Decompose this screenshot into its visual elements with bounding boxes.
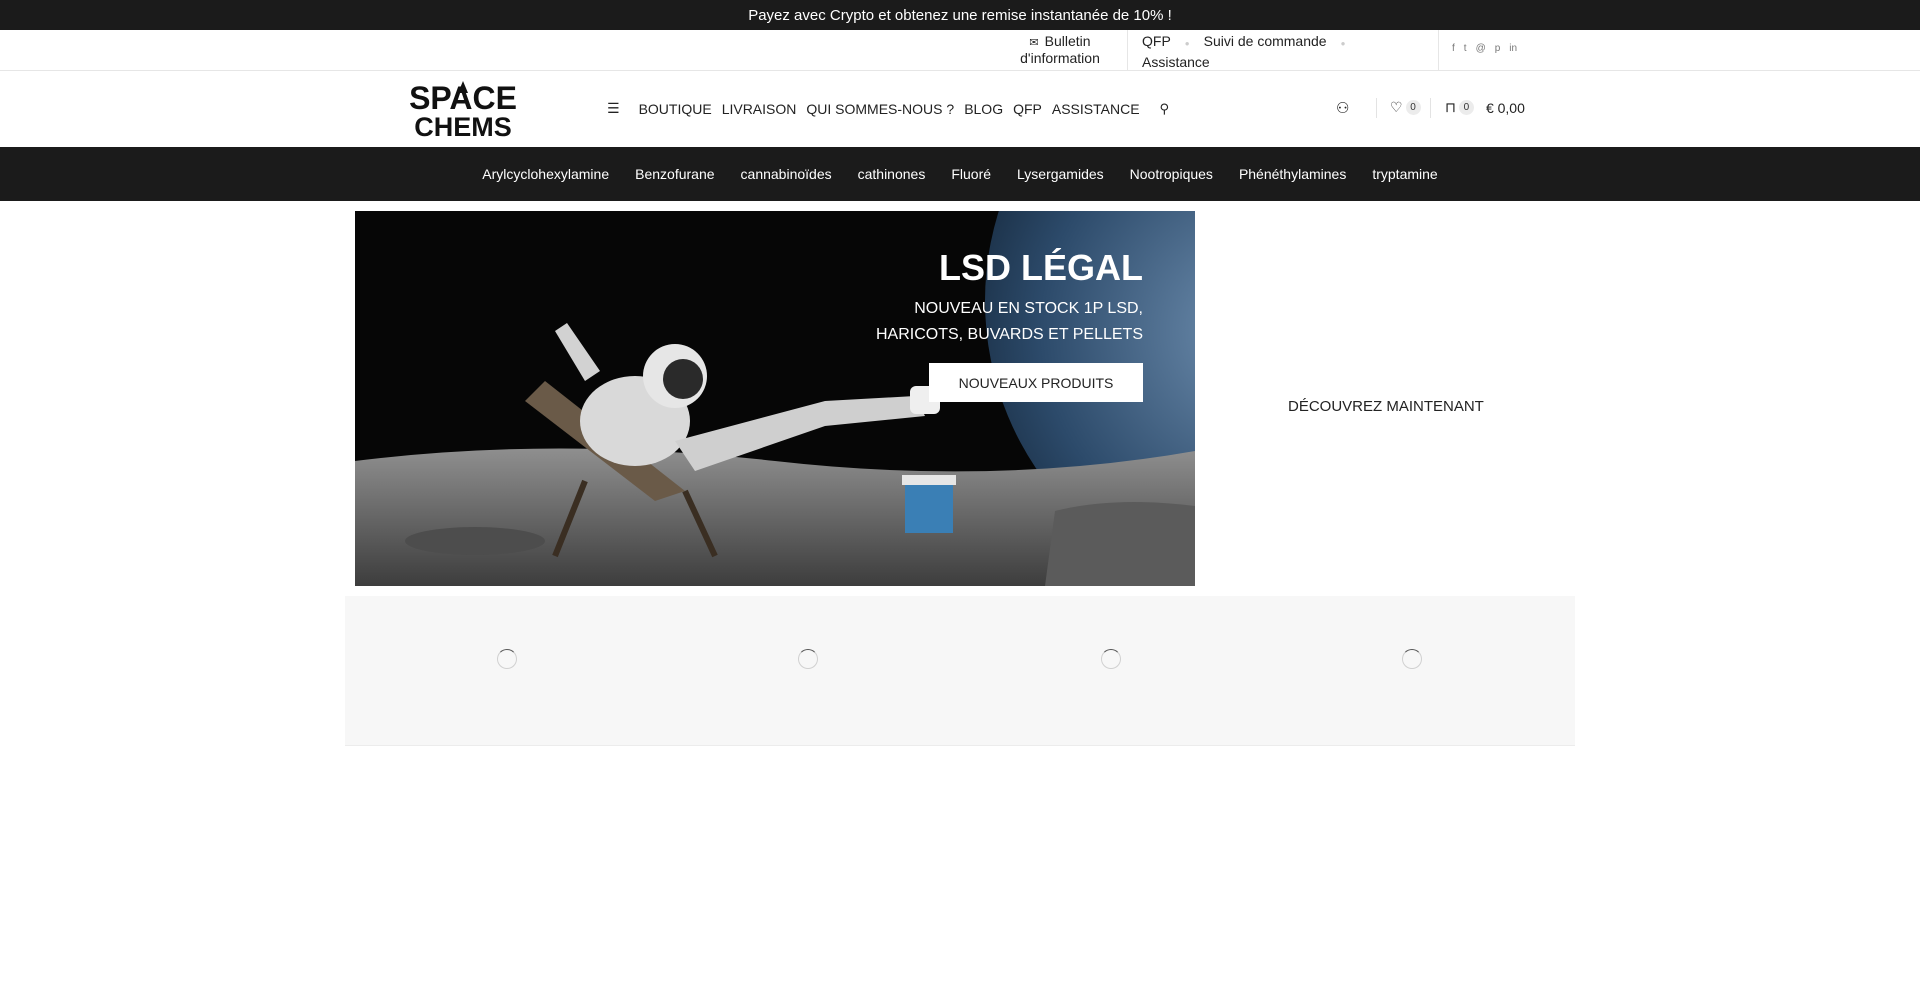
nav-qui-sommes-nous[interactable]: QUI SOMMES-NOUS ? [806,101,954,117]
category-phenethylamines[interactable]: Phénéthylamines [1239,166,1346,182]
top-links: QFP ● Suivi de commande ● Assistance [1142,32,1432,72]
category-cathinones[interactable]: cathinones [858,166,926,182]
search-icon[interactable]: ⚲ [1160,101,1170,117]
hero-banner[interactable]: LSD LÉGAL NOUVEAU EN STOCK 1P LSD, HARIC… [355,211,1195,586]
hero-title: LSD LÉGAL [939,247,1143,288]
logo-text-chems: CHEMS [414,112,512,139]
category-tryptamine[interactable]: tryptamine [1372,166,1437,182]
social-links: f t @ p in [1452,43,1517,54]
new-products-button[interactable]: NOUVEAUX PRODUITS [929,363,1143,402]
category-cannabinoides[interactable]: cannabinoïdes [741,166,832,182]
cart-count-badge: 0 [1458,100,1474,115]
wishlist-count-badge: 0 [1405,100,1421,115]
divider [1127,30,1128,71]
main-nav: ☰ BOUTIQUE LIVRAISON QUI SOMMES-NOUS ? B… [607,100,1169,117]
dot-separator: ● [1340,39,1346,48]
email-icon[interactable]: @ [1476,43,1486,54]
cart-button[interactable]: ⊓ 0 € 0,00 [1445,99,1525,116]
cart-icon: ⊓ [1445,99,1456,115]
linkedin-icon[interactable]: in [1509,43,1517,54]
newsletter-link[interactable]: ✉ Bulletin d'information [1000,34,1120,66]
category-benzofurane[interactable]: Benzofurane [635,166,714,182]
cart-total: € 0,00 [1485,99,1525,116]
divider [1376,98,1377,118]
pinterest-icon[interactable]: p [1495,43,1501,54]
cooler-shape [905,481,953,533]
hero-subtitle: NOUVEAU EN STOCK 1P LSD, HARICOTS, BUVAR… [875,300,1143,343]
category-nootropiques[interactable]: Nootropiques [1130,166,1213,182]
nav-livraison[interactable]: LIVRAISON [722,101,797,117]
nav-blog[interactable]: BLOG [964,101,1003,117]
discover-now-link[interactable]: DÉCOUVREZ MAINTENANT [1288,398,1484,415]
facebook-icon[interactable]: f [1452,43,1455,54]
promo-bar: Payez avec Crypto et obtenez une remise … [0,0,1920,30]
loading-spinner-icon [497,649,517,669]
nav-boutique[interactable]: BOUTIQUE [639,101,712,117]
category-fluore[interactable]: Fluoré [951,166,991,182]
category-lysergamides[interactable]: Lysergamides [1017,166,1104,182]
top-link-order-tracking[interactable]: Suivi de commande [1204,33,1327,49]
main-header: SPACE CHEMS ☰ BOUTIQUE LIVRAISON QUI SOM… [0,71,1920,147]
wishlist-button[interactable]: ♡ 0 [1390,99,1421,116]
top-link-faq[interactable]: QFP [1142,33,1171,49]
loading-spinner-icon [798,649,818,669]
category-arylcyclohexylamine[interactable]: Arylcyclohexylamine [482,166,609,182]
site-logo[interactable]: SPACE CHEMS [388,79,538,139]
top-link-support[interactable]: Assistance [1142,54,1210,70]
dot-separator: ● [1184,39,1190,48]
envelope-icon: ✉ [1029,37,1039,49]
category-bar: Arylcyclohexylamine Benzofurane cannabin… [0,147,1920,201]
loading-spinner-icon [1402,649,1422,669]
top-bar: ✉ Bulletin d'information QFP ● Suivi de com… [0,30,1920,71]
twitter-icon[interactable]: t [1464,43,1467,54]
user-icon[interactable]: ⚇ [1336,99,1349,117]
nav-assistance[interactable]: ASSISTANCE [1052,101,1140,117]
heart-icon: ♡ [1390,99,1403,115]
product-carousel [345,596,1575,746]
loading-spinner-icon [1101,649,1121,669]
divider [1430,98,1431,118]
nav-qfp[interactable]: QFP [1013,101,1042,117]
promo-text: Payez avec Crypto et obtenez une remise … [748,6,1172,24]
hamburger-icon[interactable]: ☰ [607,100,620,117]
divider [1438,30,1439,71]
